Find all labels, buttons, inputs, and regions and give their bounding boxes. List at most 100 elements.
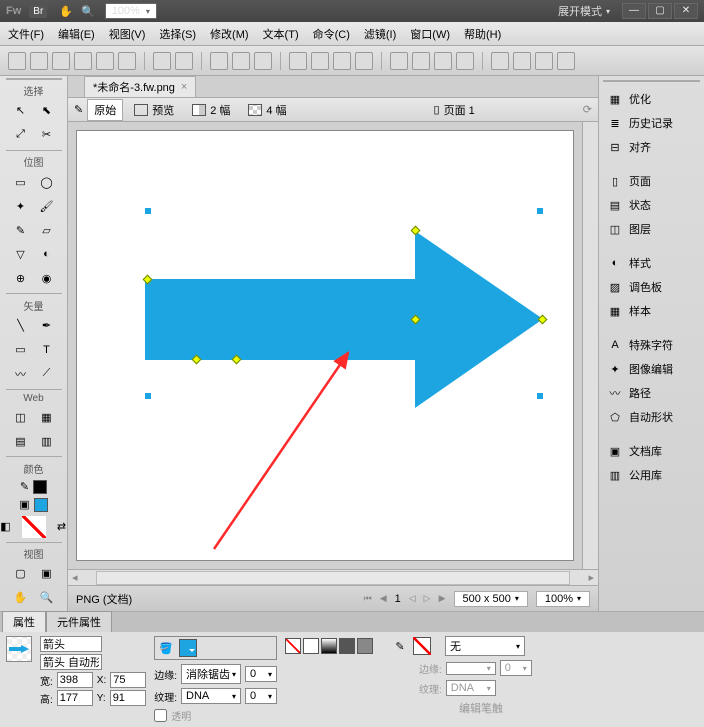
wand-tool[interactable]: ✦ xyxy=(9,195,33,217)
close-tab-icon[interactable]: × xyxy=(181,81,187,93)
vertical-scrollbar[interactable] xyxy=(582,122,598,569)
open-icon[interactable] xyxy=(30,52,48,70)
fill-mode-gradient[interactable] xyxy=(321,638,337,654)
bridge-badge[interactable]: Br xyxy=(29,5,47,18)
send-back-icon[interactable] xyxy=(456,52,474,70)
freeform-tool[interactable]: 〰 xyxy=(9,363,33,385)
edit-stroke-button[interactable]: 编辑笔触 xyxy=(459,700,503,716)
subselect-tool[interactable]: ⬉ xyxy=(35,100,59,122)
stroke-texture-select[interactable]: DNA xyxy=(446,680,496,696)
stroke-edge-select[interactable] xyxy=(446,662,496,675)
menu-commands[interactable]: 命令(C) xyxy=(313,26,350,42)
export-icon[interactable] xyxy=(96,52,114,70)
import-icon[interactable] xyxy=(74,52,92,70)
align-icon[interactable] xyxy=(333,52,351,70)
hide-slice-tool[interactable]: ▤ xyxy=(9,430,33,452)
stroke-color-picker[interactable] xyxy=(413,637,431,655)
canvas[interactable] xyxy=(76,130,574,561)
menu-modify[interactable]: 修改(M) xyxy=(210,26,249,42)
search-icon[interactable]: 🔍 xyxy=(81,5,95,18)
paint-bucket-icon[interactable]: 🪣 xyxy=(157,639,175,657)
panel-palette[interactable]: ▨调色板 xyxy=(603,276,700,298)
panel-history[interactable]: ≣历史记录 xyxy=(603,112,700,134)
redo-icon[interactable] xyxy=(175,52,193,70)
canvas-dimensions-select[interactable]: 500 x 500 xyxy=(454,591,528,607)
zoom-level-select[interactable]: 100% xyxy=(536,591,590,607)
print-icon[interactable] xyxy=(118,52,136,70)
horizontal-scrollbar[interactable]: ◂ ▸ xyxy=(68,569,598,585)
rect-tool[interactable]: ▭ xyxy=(9,339,33,361)
full-screen-icon[interactable]: ▣ xyxy=(35,563,59,585)
width-field[interactable] xyxy=(57,672,93,688)
panel-align[interactable]: ⊟对齐 xyxy=(603,136,700,158)
line-tool[interactable]: ╲ xyxy=(9,315,33,337)
stroke-edge-amount[interactable]: 0 xyxy=(500,660,532,676)
panel-autoshapes[interactable]: ⬠自动形状 xyxy=(603,406,700,428)
menu-window[interactable]: 窗口(W) xyxy=(410,26,450,42)
panel-common-library[interactable]: ▥公用库 xyxy=(603,464,700,486)
rotate-icon[interactable] xyxy=(491,52,509,70)
tab-symbol-properties[interactable]: 元件属性 xyxy=(46,611,112,632)
menu-edit[interactable]: 编辑(E) xyxy=(58,26,95,42)
panel-swatches[interactable]: ▦样本 xyxy=(603,300,700,322)
workspace-mode-button[interactable]: 展开模式 xyxy=(558,3,610,19)
shape-name-field[interactable] xyxy=(40,636,102,652)
pointer-tool[interactable]: ↖ xyxy=(9,100,33,122)
stroke-category-select[interactable]: 无 xyxy=(445,636,525,656)
distribute-icon[interactable] xyxy=(355,52,373,70)
zoom-select[interactable]: 100% xyxy=(105,3,157,19)
texture-amount[interactable]: 0 xyxy=(245,688,277,704)
standard-screen-icon[interactable]: ▢ xyxy=(9,563,33,585)
marquee-tool[interactable]: ▭ xyxy=(9,171,33,193)
flip-v-icon[interactable] xyxy=(535,52,553,70)
next-frame-icon[interactable]: ▷ xyxy=(424,593,431,604)
pencil-edit-icon[interactable]: ✎ xyxy=(74,103,83,116)
menu-file[interactable]: 文件(F) xyxy=(8,26,44,42)
hotspot-tool[interactable]: ◫ xyxy=(9,406,33,428)
fill-color-swatch[interactable] xyxy=(34,498,48,512)
bucket-tool[interactable]: ▽ xyxy=(9,243,33,265)
stamp-tool[interactable]: ⊕ xyxy=(9,267,33,289)
flip-h-icon[interactable] xyxy=(513,52,531,70)
menu-view[interactable]: 视图(V) xyxy=(109,26,146,42)
shape-type-field[interactable] xyxy=(40,654,102,670)
lasso-tool[interactable]: ◯ xyxy=(35,171,59,193)
panel-optimize[interactable]: ▦优化 xyxy=(603,88,700,110)
bring-forward-icon[interactable] xyxy=(412,52,430,70)
eraser-tool[interactable]: ▱ xyxy=(35,219,59,241)
fill-mode-solid[interactable] xyxy=(303,638,319,654)
view-options-icon[interactable]: ⟳ xyxy=(583,103,592,116)
maximize-button[interactable]: ▢ xyxy=(648,3,672,19)
new-icon[interactable] xyxy=(8,52,26,70)
save-icon[interactable] xyxy=(52,52,70,70)
first-page-icon[interactable]: ⏮ xyxy=(364,593,372,604)
copy-icon[interactable] xyxy=(232,52,250,70)
default-colors-icon[interactable]: ◧ xyxy=(0,516,18,538)
menu-text[interactable]: 文本(T) xyxy=(263,26,299,42)
arrow-shape[interactable] xyxy=(145,231,545,411)
slice-tool[interactable]: ▦ xyxy=(35,406,59,428)
zoom-tool[interactable]: 🔍 xyxy=(35,587,59,609)
stroke-pencil-icon[interactable]: ✎ xyxy=(391,637,409,655)
knife-tool[interactable]: ⟋ xyxy=(35,363,59,385)
send-backward-icon[interactable] xyxy=(434,52,452,70)
blur-tool[interactable]: ◐ xyxy=(35,243,59,265)
view-4up-button[interactable]: 4 幅 xyxy=(241,99,293,121)
page-nav-icon[interactable]: ▯ xyxy=(434,103,440,116)
panel-doc-library[interactable]: ▣文档库 xyxy=(603,440,700,462)
transparent-checkbox[interactable] xyxy=(154,709,167,722)
menu-filters[interactable]: 滤镜(I) xyxy=(364,26,396,42)
menu-help[interactable]: 帮助(H) xyxy=(464,26,501,42)
close-button[interactable]: ✕ xyxy=(674,3,698,19)
view-preview-button[interactable]: 预览 xyxy=(127,99,181,121)
text-tool[interactable]: T xyxy=(35,339,59,361)
panel-layers[interactable]: ◫图层 xyxy=(603,218,700,240)
panel-states[interactable]: ▤状态 xyxy=(603,194,700,216)
hand-tool[interactable]: ✋ xyxy=(9,587,33,609)
fill-color-picker[interactable] xyxy=(179,639,197,657)
cut-icon[interactable] xyxy=(210,52,228,70)
fill-mode-pattern[interactable] xyxy=(339,638,355,654)
pencil-tool[interactable]: ✎ xyxy=(9,219,33,241)
panel-pages[interactable]: ▯页面 xyxy=(603,170,700,192)
next-page-icon[interactable]: ▶ xyxy=(439,593,446,604)
